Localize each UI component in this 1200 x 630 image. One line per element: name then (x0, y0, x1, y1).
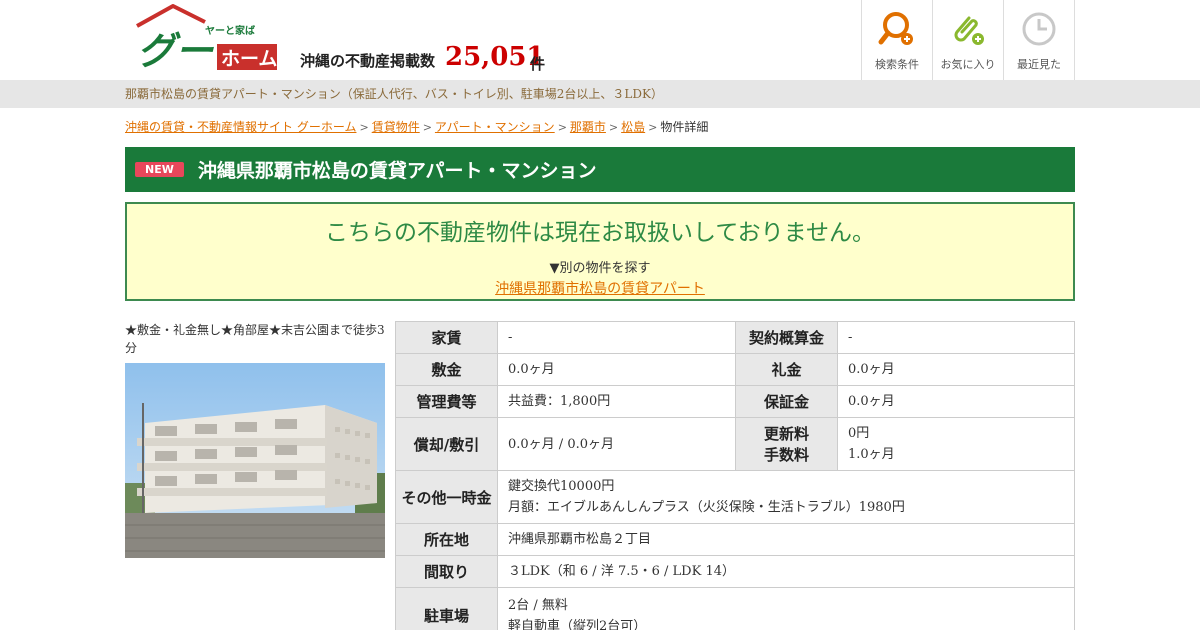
nav-recent-label: 最近見た (1017, 58, 1061, 71)
notice-alt-search-link[interactable]: 沖縄県那覇市松島の賃貸アパート (495, 278, 705, 298)
renewal-value: 0円 (848, 426, 870, 441)
chevron-right-icon: > (557, 121, 567, 134)
property-photo[interactable] (125, 363, 385, 558)
parking-line-2: 軽自動車（縦列2台可） (508, 618, 647, 630)
chevron-right-icon: > (422, 121, 432, 134)
breadcrumb-naha[interactable]: 那覇市 (570, 120, 606, 134)
chevron-right-icon: > (359, 121, 369, 134)
page-title: 沖縄県那覇市松島の賃貸アパート・マンション (197, 160, 597, 182)
site-logo[interactable]: ヤーと家ば グー ホーム (133, 4, 278, 74)
commission-value: 1.0ヶ月 (848, 447, 895, 462)
header-nav: 検索条件 お気に入り 最近見た (861, 0, 1075, 80)
layout-label: 間取り (395, 555, 498, 588)
nav-search-label: 検索条件 (875, 58, 919, 71)
address-value: 沖縄県那覇市松島２丁目 (497, 523, 1075, 556)
table-row: 敷金 0.0ヶ月 礼金 0.0ヶ月 (395, 353, 1075, 386)
nav-favorites[interactable]: お気に入り (933, 0, 1004, 80)
notice-message: こちらの不動産物件は現在お取扱いしておりません。 (325, 220, 875, 246)
listing-count-unit: 件 (530, 55, 546, 73)
nav-search-conditions[interactable]: 検索条件 (862, 0, 933, 80)
page: ヤーと家ば グー ホーム 沖縄の不動産掲載数 25,051 件 検索条件 お気に… (125, 0, 1075, 80)
other-fee-1: 鍵交換代10000円 (508, 479, 615, 494)
other-fees-label: その他一時金 (395, 470, 498, 524)
other-fees-value: 鍵交換代10000円 月額：エイブルあんしんプラス（火災保険・生活トラブル）19… (497, 470, 1075, 524)
table-row: 家賃 - 契約概算金 - (395, 321, 1075, 354)
renewal-fee-label: 更新料 手数料 (735, 417, 838, 471)
new-badge: NEW (135, 162, 184, 177)
breadcrumb-current: 物件詳細 (660, 120, 709, 134)
key-money-value: 0.0ヶ月 (837, 353, 1075, 386)
rent-value: - (497, 321, 736, 354)
breadcrumb-apartment[interactable]: アパート・マンション (435, 120, 555, 134)
breadcrumb-matsushima[interactable]: 松島 (621, 120, 645, 134)
guarantee-label: 保証金 (735, 385, 838, 418)
site-header: ヤーと家ば グー ホーム 沖縄の不動産掲載数 25,051 件 検索条件 お気に… (125, 0, 1075, 80)
deposit-label: 敷金 (395, 353, 498, 386)
management-fee-label: 管理費等 (395, 385, 498, 418)
clock-icon (1022, 12, 1056, 46)
table-row: 間取り ３LDK（和 6 / 洋 7.5・6 / LDK 14） (395, 555, 1075, 588)
breadcrumb-rental[interactable]: 賃貸物件 (372, 120, 420, 134)
breadcrumb-home[interactable]: 沖縄の賃貸・不動産情報サイト グーホーム (125, 120, 356, 134)
nav-recently-viewed[interactable]: 最近見た (1004, 0, 1075, 80)
management-fee-value: 共益費：1,800円 (497, 385, 736, 418)
listing-count-label: 沖縄の不動産掲載数 (300, 52, 436, 70)
renewal-label: 更新料 (763, 425, 809, 443)
parking-line-1: 2台 / 無料 (508, 597, 568, 613)
commission-label: 手数料 (763, 446, 809, 464)
table-row: 所在地 沖縄県那覇市松島２丁目 (395, 523, 1075, 556)
deposit-value: 0.0ヶ月 (497, 353, 736, 386)
parking-label: 駐車場 (395, 587, 498, 630)
unavailable-notice: こちらの不動産物件は現在お取扱いしておりません。 ▼別の物件を探す 沖縄県那覇市… (125, 202, 1075, 301)
renewal-fee-value: 0円 1.0ヶ月 (837, 417, 1075, 471)
table-row: その他一時金 鍵交換代10000円 月額：エイブルあんしんプラス（火災保険・生活… (395, 470, 1075, 524)
property-summary: ★敷金・礼金無し★角部屋★末吉公園まで徒歩3分 (125, 321, 385, 558)
shokyaku-label: 償却/敷引 (395, 417, 498, 471)
contract-value: - (837, 321, 1075, 354)
search-summary-bar: 那覇市松島の賃貸アパート・マンション（保証人代行、バス・トイレ別、駐車場2台以上… (0, 80, 1200, 108)
guarantee-value: 0.0ヶ月 (837, 385, 1075, 418)
catch-copy: ★敷金・礼金無し★角部屋★末吉公園まで徒歩3分 (125, 323, 385, 355)
breadcrumb: 沖縄の賃貸・不動産情報サイト グーホーム > 賃貸物件 > アパート・マンション > 那覇市… (125, 118, 1075, 136)
page-title-bar: NEW 沖縄県那覇市松島の賃貸アパート・マンション (125, 147, 1075, 192)
other-fee-2: 月額：エイブルあんしんプラス（火災保険・生活トラブル）1980円 (508, 500, 905, 515)
rent-label: 家賃 (395, 321, 498, 354)
search-plus-icon (878, 12, 913, 45)
table-row: 駐車場 2台 / 無料 軽自動車（縦列2台可） (395, 587, 1075, 630)
chevron-right-icon: > (608, 121, 619, 134)
contract-label: 契約概算金 (735, 321, 838, 354)
spec-table: 家賃 - 契約概算金 - 敷金 0.0ヶ月 礼金 0.0ヶ月 管理費等 共益費：… (395, 321, 1075, 630)
logo-brand-a: グー (137, 29, 214, 73)
search-summary-text: 那覇市松島の賃貸アパート・マンション（保証人代行、バス・トイレ別、駐車場2台以上… (125, 87, 663, 101)
parking-value: 2台 / 無料 軽自動車（縦列2台可） (497, 587, 1075, 630)
logo-brand-b: ホーム (221, 48, 277, 70)
table-row: 管理費等 共益費：1,800円 保証金 0.0ヶ月 (395, 385, 1075, 418)
key-money-label: 礼金 (735, 353, 838, 386)
table-row: 償却/敷引 0.0ヶ月 / 0.0ヶ月 更新料 手数料 0円 1.0ヶ月 (395, 417, 1075, 471)
shokyaku-value: 0.0ヶ月 / 0.0ヶ月 (497, 417, 736, 471)
paperclip-plus-icon (954, 16, 984, 45)
address-label: 所在地 (395, 523, 498, 556)
notice-subtext: ▼別の物件を探す (549, 261, 651, 276)
layout-value: ３LDK（和 6 / 洋 7.5・6 / LDK 14） (497, 555, 1075, 588)
nav-favorites-label: お気に入り (940, 58, 996, 71)
chevron-right-icon: > (648, 121, 658, 134)
